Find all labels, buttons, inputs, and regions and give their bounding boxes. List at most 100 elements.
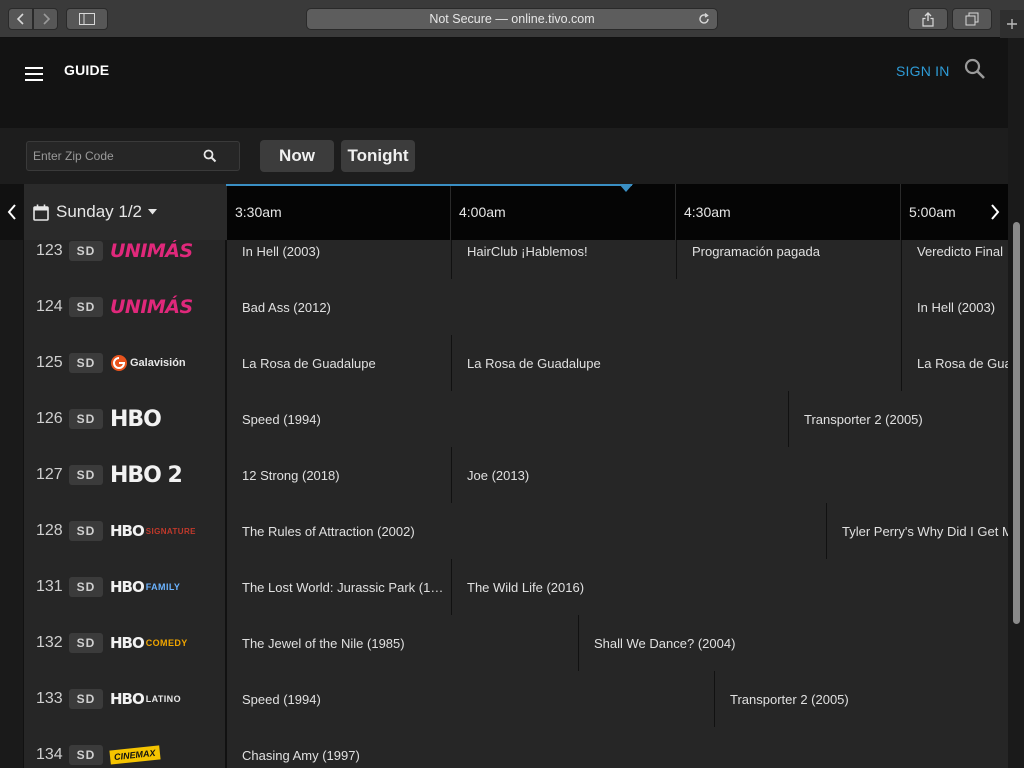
next-time-button[interactable] xyxy=(982,184,1008,240)
program-cell[interactable]: La Rosa de Guadalupe xyxy=(451,335,901,391)
program-cell[interactable]: The Jewel of the Nile (1985) xyxy=(226,615,578,671)
date-label: Sunday 1/2 xyxy=(56,202,143,221)
date-picker[interactable]: Sunday 1/2 xyxy=(24,184,226,240)
share-button[interactable] xyxy=(908,8,948,30)
channel-cell[interactable]: 126 SD HBO xyxy=(24,391,226,447)
hbo-latino-logo-sub: LATINO xyxy=(145,694,181,704)
address-bar[interactable]: Not Secure — online.tivo.com xyxy=(306,8,718,30)
search-icon[interactable] xyxy=(964,58,986,80)
program-cell[interactable]: Speed (1994) xyxy=(226,671,714,727)
unimas-logo: UNIMÁS xyxy=(110,296,193,318)
program-cell[interactable]: Joe (2013) xyxy=(451,447,1008,503)
sidebar-button[interactable] xyxy=(66,8,108,30)
program-cell[interactable]: HairClub ¡Hablemos! xyxy=(451,240,676,279)
channel-number: 131 xyxy=(36,578,63,595)
channel-logo: CINEMAX xyxy=(109,727,161,768)
channel-row: 124 SD UNIMÁS Bad Ass (2012) In Hell (20… xyxy=(0,279,1008,335)
hamburger-menu-icon[interactable] xyxy=(25,67,43,81)
program-cell[interactable]: Transporter 2 (2005) xyxy=(714,671,1008,727)
hbo-logo: HBO xyxy=(110,406,162,432)
channel-cell[interactable]: 127 SD HBO 2 xyxy=(24,447,226,503)
program-cell[interactable]: Speed (1994) xyxy=(226,391,788,447)
time-slot: 4:00am xyxy=(450,184,675,240)
sd-badge: SD xyxy=(69,465,103,485)
program-cell[interactable]: La Rosa de Guadalupe xyxy=(226,335,451,391)
hbo-signature-logo-mark: HBO xyxy=(110,522,145,540)
channel-row: 132 SD HBO COMEDY The Jewel of the Nile … xyxy=(0,615,1008,671)
channel-cell[interactable]: 133 SD HBO LATINO xyxy=(24,671,226,727)
channel-cell[interactable]: 131 SD HBO FAMILY xyxy=(24,559,226,615)
time-slot: 4:30am xyxy=(675,184,900,240)
program-cell[interactable]: The Lost World: Jurassic Park (1… xyxy=(226,559,451,615)
plus-icon xyxy=(1007,19,1017,29)
program-cell[interactable]: The Wild Life (2016) xyxy=(451,559,1008,615)
sd-badge: SD xyxy=(69,297,103,317)
forward-button[interactable] xyxy=(33,8,58,30)
url-text: Not Secure — online.tivo.com xyxy=(429,12,595,26)
zip-code-input[interactable] xyxy=(33,142,203,170)
time-slot: 5:00am xyxy=(900,184,982,240)
hbo-comedy-logo-mark: HBO xyxy=(110,634,145,652)
program-cell[interactable]: Transporter 2 (2005) xyxy=(788,391,1008,447)
calendar-icon xyxy=(33,204,49,221)
channel-cell[interactable]: 125 SD Galavisión xyxy=(24,335,226,391)
channel-row: 128 SD HBO SIGNATURE The Rules of Attrac… xyxy=(0,503,1008,559)
sd-badge: SD xyxy=(69,633,103,653)
sidebar-icon xyxy=(79,13,95,25)
channel-row: 125 SD Galavisión La Rosa de Guadalupe L… xyxy=(0,335,1008,391)
tabs-overview-button[interactable] xyxy=(952,8,992,30)
channel-number: 133 xyxy=(36,690,63,707)
app-header: GUIDE SIGN IN xyxy=(0,38,1008,128)
channel-cell[interactable]: 128 SD HBO SIGNATURE xyxy=(24,503,226,559)
program-cell[interactable]: 12 Strong (2018) xyxy=(226,447,451,503)
channel-cell[interactable]: 134 SD CINEMAX xyxy=(24,727,226,768)
sign-in-link[interactable]: SIGN IN xyxy=(896,63,950,79)
program-cell[interactable]: Tyler Perry's Why Did I Get Married? xyxy=(826,503,1008,559)
sd-badge: SD xyxy=(69,241,103,261)
channel-cell[interactable]: 132 SD HBO COMEDY xyxy=(24,615,226,671)
program-cell[interactable]: In Hell (2003) xyxy=(901,279,1008,335)
program-cell[interactable]: In Hell (2003) xyxy=(226,240,451,279)
hbo-family-logo-mark: HBO xyxy=(110,578,145,596)
channel-cell[interactable]: 123 SD UNIMÁS xyxy=(24,240,226,279)
program-cell[interactable]: Chasing Amy (1997) xyxy=(226,727,1008,768)
program-cell[interactable]: Shall We Dance? (2004) xyxy=(578,615,1008,671)
channel-logo: HBO SIGNATURE xyxy=(110,503,196,559)
galavision-logo: Galavisión xyxy=(110,354,186,372)
channel-number: 125 xyxy=(36,354,63,371)
tonight-button[interactable]: Tonight xyxy=(341,140,415,172)
sd-badge: SD xyxy=(69,689,103,709)
channel-logo: UNIMÁS xyxy=(110,240,193,279)
browser-toolbar: Not Secure — online.tivo.com xyxy=(0,0,1024,38)
back-button[interactable] xyxy=(8,8,33,30)
chevron-right-icon xyxy=(42,13,50,25)
channel-logo: Galavisión xyxy=(110,335,186,391)
channel-cell[interactable]: 124 SD UNIMÁS xyxy=(24,279,226,335)
sd-badge: SD xyxy=(69,745,103,765)
program-cell[interactable]: Programación pagada xyxy=(676,240,901,279)
program-cell[interactable]: Bad Ass (2012) xyxy=(226,279,901,335)
galavision-logo-text: Galavisión xyxy=(130,357,186,369)
channel-number: 134 xyxy=(36,746,63,763)
channel-logo: HBO LATINO xyxy=(110,671,181,727)
program-cell[interactable]: The Rules of Attraction (2002) xyxy=(226,503,826,559)
page-title: GUIDE xyxy=(64,62,110,78)
hbo-family-logo-sub: FAMILY xyxy=(145,582,181,592)
now-button[interactable]: Now xyxy=(260,140,334,172)
previous-time-button[interactable] xyxy=(0,184,24,240)
channel-logo: HBO FAMILY xyxy=(110,559,180,615)
new-tab-button[interactable] xyxy=(1000,10,1024,38)
channel-number: 127 xyxy=(36,466,63,483)
sd-badge: SD xyxy=(69,577,103,597)
cinemax-logo: CINEMAX xyxy=(109,745,161,765)
hbo-comedy-logo-sub: COMEDY xyxy=(145,638,188,648)
program-cell[interactable]: La Rosa de Guadalupe xyxy=(901,335,1008,391)
zip-search-icon[interactable] xyxy=(203,149,217,163)
chevron-left-icon xyxy=(16,13,24,25)
scrollbar-thumb[interactable] xyxy=(1013,222,1020,624)
channel-number: 128 xyxy=(36,522,63,539)
channel-logo: HBO COMEDY xyxy=(110,615,188,671)
reload-icon[interactable] xyxy=(697,12,711,26)
program-cell[interactable]: Veredicto Final xyxy=(901,240,1008,279)
channel-logo: UNIMÁS xyxy=(110,279,193,335)
